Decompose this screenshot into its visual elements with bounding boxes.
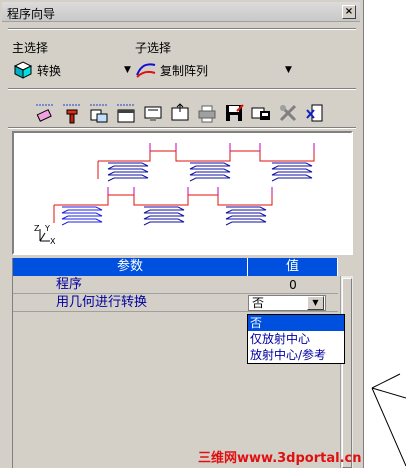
chevron-down-icon: ▼ — [285, 65, 292, 75]
upper-pattern — [107, 162, 313, 182]
axis-triad: Z Y X — [34, 224, 56, 246]
dropdown-option[interactable]: 放射中心/参考 — [248, 347, 344, 363]
main-select-dropdown[interactable]: 转换 ▼ — [12, 58, 132, 82]
upper-array — [97, 143, 315, 179]
table-row[interactable]: 程序 0 — [13, 276, 343, 294]
axis-z-label: Z — [34, 224, 40, 233]
chevron-down-icon: ▼ — [124, 65, 131, 75]
param-value-select[interactable]: 否 ▼ — [248, 294, 338, 312]
separator — [8, 28, 356, 30]
value-column-header[interactable]: 值 — [248, 258, 338, 276]
table-row[interactable]: 用几何进行转换 否 ▼ — [13, 294, 343, 312]
lower-pattern — [143, 206, 267, 226]
toolpath-drawing: Z Y X — [34, 143, 315, 246]
param-label: 用几何进行转换 — [13, 294, 248, 312]
param-label: 程序 — [13, 276, 248, 294]
main-select-heading: 主选择 — [12, 41, 49, 55]
eraser-icon[interactable] — [34, 102, 56, 124]
sub-select-dropdown[interactable]: 复制阵列 ▼ — [135, 58, 295, 82]
sub-select-value: 复制阵列 — [160, 63, 209, 78]
window-title: 程序向导 — [7, 7, 56, 21]
lower-pattern-blue — [61, 206, 103, 226]
param-value-text: 0 — [289, 278, 297, 292]
window-icon[interactable] — [115, 102, 137, 124]
dropdown-list[interactable]: 否 仅放射中心 放射中心/参考 — [247, 314, 345, 364]
save-icon[interactable] — [223, 102, 245, 124]
scrollbar-thumb[interactable] — [342, 278, 352, 468]
print-icon[interactable] — [196, 102, 218, 124]
transform-icon — [12, 59, 34, 82]
axis-y-label: Y — [44, 224, 50, 233]
title-bar[interactable]: 程序向导 × — [2, 2, 360, 22]
tools-icon[interactable] — [277, 102, 299, 124]
param-value[interactable]: 0 — [248, 276, 338, 294]
axis-x-label: X — [50, 237, 56, 246]
monitor-icon[interactable] — [142, 102, 164, 124]
vertical-scrollbar[interactable] — [340, 276, 353, 468]
watermark: 三维网www.3dportal.cn — [198, 451, 362, 466]
program-wizard-window: 程序向导 × 主选择 子选择 转换 ▼ 复制阵列 ▼ Z Y X 参数 值 程序… — [0, 0, 364, 468]
paint-icon[interactable] — [61, 102, 83, 124]
toolpath-preview: Z Y X — [12, 131, 353, 255]
close-button[interactable]: × — [342, 5, 356, 19]
copy-icon[interactable] — [88, 102, 110, 124]
param-column-header[interactable]: 参数 — [13, 258, 248, 276]
array-copy-icon — [135, 59, 157, 82]
dropdown-option[interactable]: 仅放射中心 — [248, 331, 344, 347]
separator — [8, 88, 356, 90]
lower-array — [53, 187, 273, 223]
delete-icon[interactable] — [304, 102, 326, 124]
dropdown-option[interactable]: 否 — [248, 315, 344, 331]
export-icon[interactable] — [169, 102, 191, 124]
separator — [8, 127, 356, 129]
sub-select-heading: 子选择 — [135, 41, 172, 55]
chevron-down-icon[interactable]: ▼ — [307, 296, 324, 310]
main-select-value: 转换 — [37, 63, 62, 78]
background-model-lines — [371, 373, 406, 467]
toolbar — [34, 96, 331, 124]
edit-icon[interactable] — [250, 102, 272, 124]
